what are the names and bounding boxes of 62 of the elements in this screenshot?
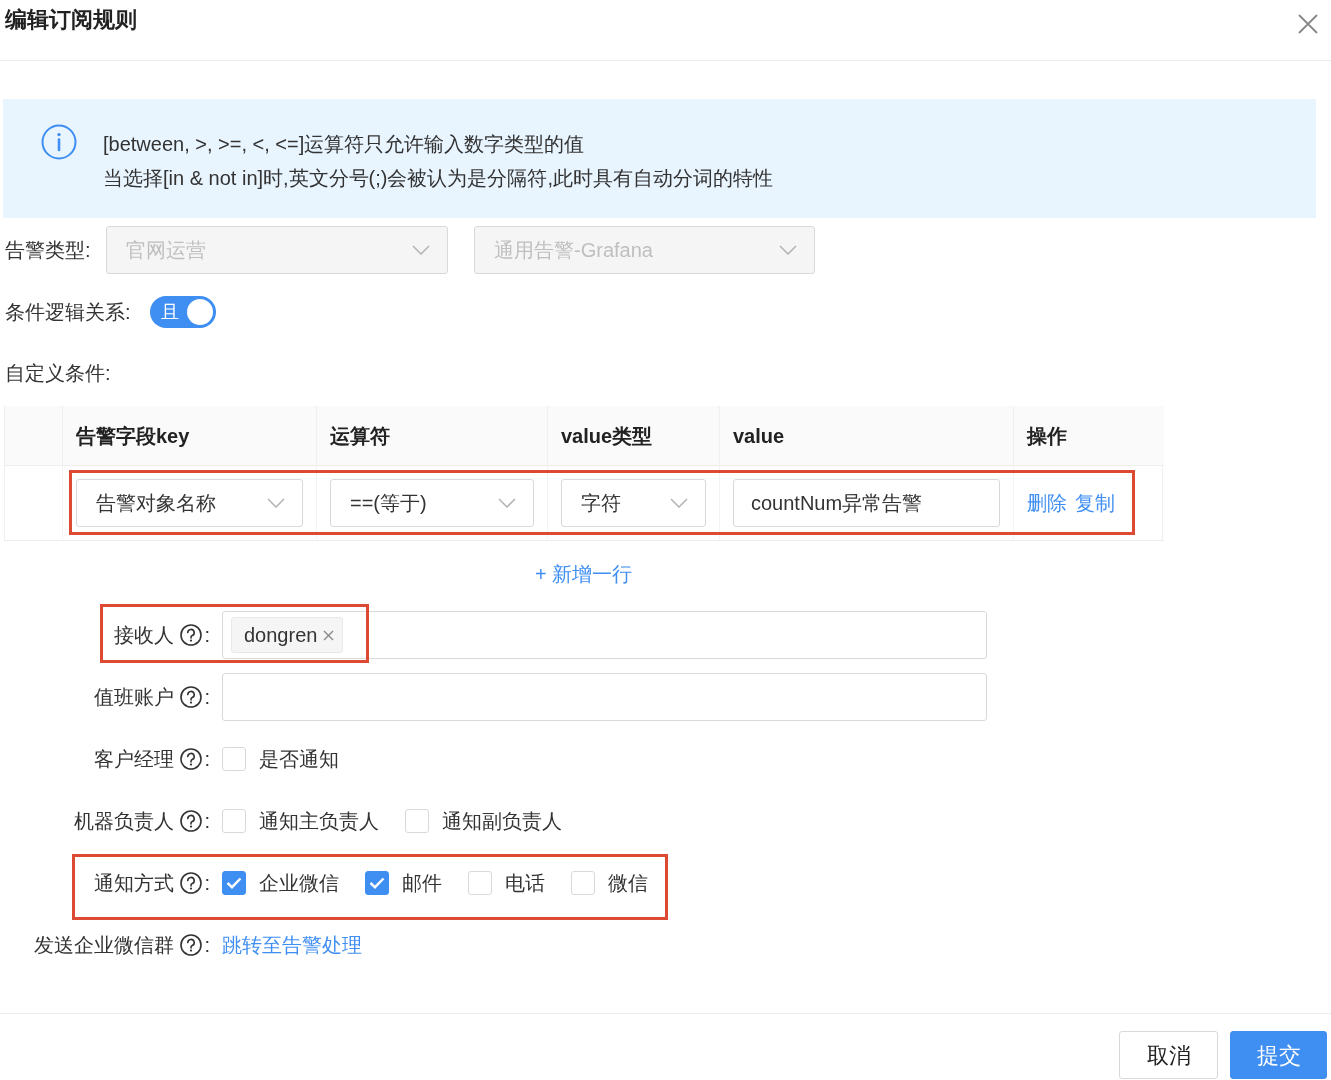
text-input[interactable]: countNum异常告警 bbox=[733, 479, 1000, 527]
chevron-down-icon bbox=[412, 245, 430, 255]
help-icon[interactable] bbox=[180, 686, 203, 708]
chevron-down-icon bbox=[267, 498, 285, 508]
field-label: 发送企业微信群 bbox=[34, 933, 175, 958]
help-icon[interactable] bbox=[180, 934, 203, 956]
tag-input[interactable]: dongren bbox=[222, 611, 987, 659]
label-colon: : bbox=[204, 933, 210, 958]
submit-button[interactable]: 提交 bbox=[1230, 1031, 1327, 1079]
checkbox[interactable] bbox=[365, 871, 389, 895]
close-icon[interactable] bbox=[1298, 14, 1318, 34]
jump-link[interactable]: 跳转至告警处理 bbox=[222, 930, 362, 960]
field-label: 接收人 bbox=[114, 623, 175, 648]
column-header: value bbox=[720, 406, 1014, 466]
chevron-down-icon bbox=[779, 245, 797, 255]
info-icon bbox=[41, 124, 77, 160]
check-icon bbox=[369, 877, 385, 889]
field-label: 通知方式 bbox=[94, 871, 175, 896]
remove-icon[interactable] bbox=[323, 629, 335, 641]
chevron-down-icon bbox=[670, 498, 688, 508]
field-label: 告警类型: bbox=[4, 238, 92, 263]
field-label: 条件逻辑关系: bbox=[4, 300, 132, 325]
alert-text: 当选择[in & not in]时,英文分号(;)会被认为是分隔符,此时具有自动分词的特性 bbox=[103, 166, 774, 191]
help-icon[interactable] bbox=[180, 748, 203, 770]
label-colon: : bbox=[204, 809, 210, 834]
column-header: 操作 bbox=[1014, 406, 1164, 466]
dropdown[interactable]: ==(等于) bbox=[330, 479, 534, 527]
field-label: 机器负责人 bbox=[74, 809, 175, 834]
check-icon bbox=[226, 877, 242, 889]
toggle-switch[interactable]: 且 bbox=[150, 296, 216, 328]
dropdown[interactable]: 告警对象名称 bbox=[76, 479, 303, 527]
text-input[interactable] bbox=[222, 673, 987, 721]
column-header: value类型 bbox=[548, 406, 720, 466]
checkbox-label: 通知主负责人 bbox=[259, 809, 379, 834]
label-colon: : bbox=[204, 623, 210, 648]
help-icon[interactable] bbox=[180, 872, 203, 894]
label-colon: : bbox=[204, 747, 210, 772]
cancel-button[interactable]: 取消 bbox=[1119, 1031, 1218, 1079]
section-label: 自定义条件: bbox=[4, 361, 111, 385]
alert-text: [between, >, >=, <, <=]运算符只允许输入数字类型的值 bbox=[103, 132, 586, 157]
checkbox-label: 通知副负责人 bbox=[442, 809, 562, 834]
field-label: 值班账户 bbox=[94, 685, 175, 710]
label-colon: : bbox=[204, 871, 210, 896]
help-icon[interactable] bbox=[180, 624, 203, 646]
help-icon[interactable] bbox=[180, 810, 203, 832]
add-row-link[interactable]: + 新增一行 bbox=[534, 563, 633, 585]
column-header: 告警字段key bbox=[63, 406, 317, 466]
checkbox-label: 邮件 bbox=[402, 871, 442, 896]
checkbox-label: 是否通知 bbox=[259, 747, 339, 772]
dropdown[interactable]: 字符 bbox=[561, 479, 706, 527]
action-link[interactable]: 删除 bbox=[1027, 488, 1067, 518]
checkbox-label: 微信 bbox=[608, 871, 648, 896]
checkbox[interactable] bbox=[222, 871, 246, 895]
checkbox-label: 电话 bbox=[505, 871, 545, 896]
action-link[interactable]: 复制 bbox=[1075, 488, 1115, 518]
field-label: 客户经理 bbox=[94, 747, 175, 772]
checkbox-label: 企业微信 bbox=[259, 871, 339, 896]
label-colon: : bbox=[204, 685, 210, 710]
dialog-title: 编辑订阅规则 bbox=[5, 6, 137, 34]
chevron-down-icon bbox=[498, 498, 516, 508]
column-header: 运算符 bbox=[317, 406, 548, 466]
tag-label: dongren bbox=[244, 623, 318, 648]
